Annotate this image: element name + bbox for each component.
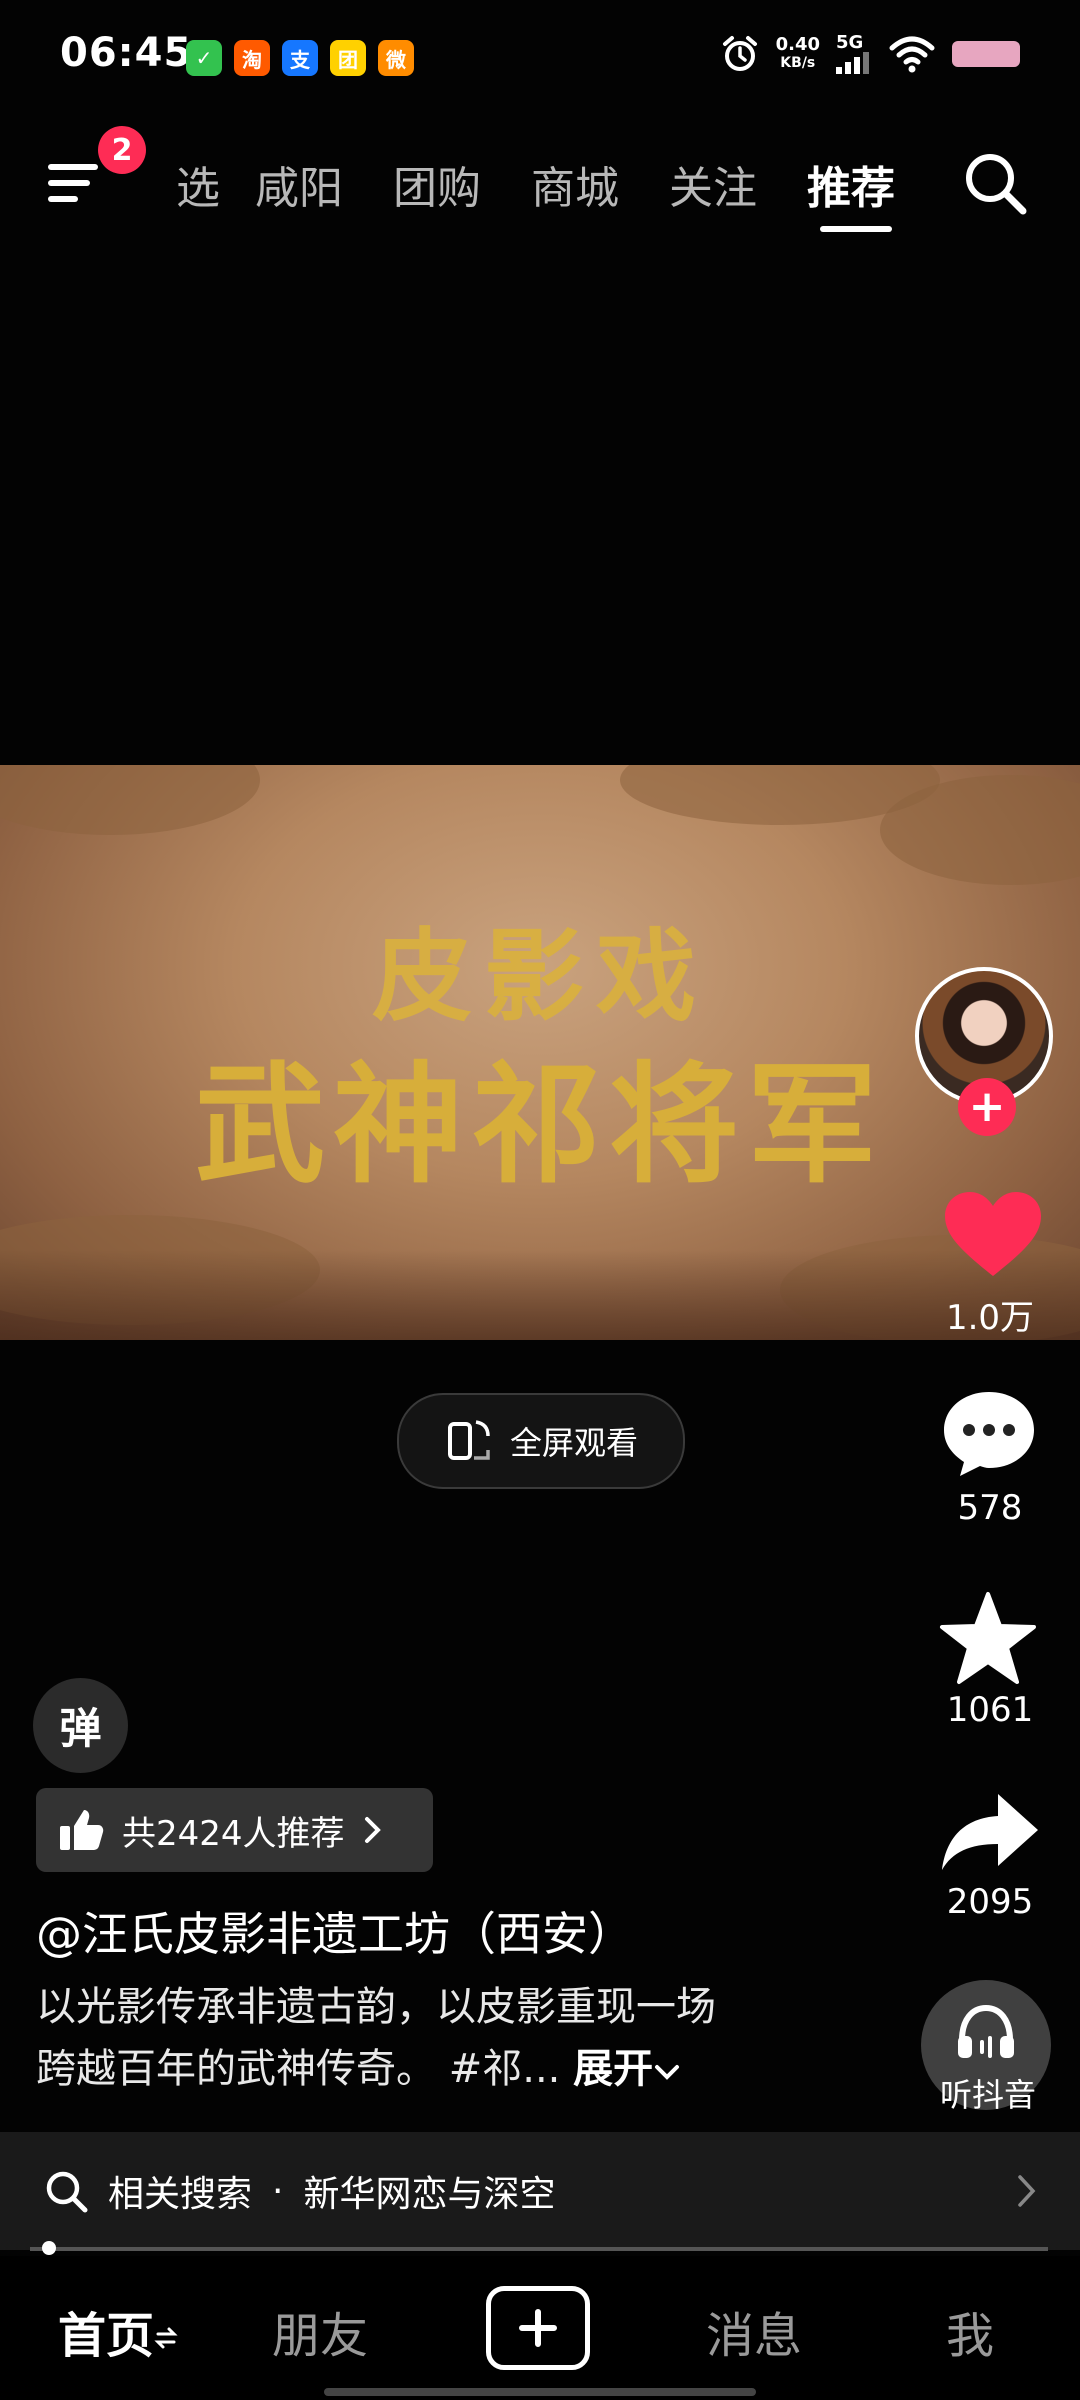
status-time: 06:45 — [60, 30, 193, 76]
danmu-toggle[interactable]: 弹 — [33, 1678, 128, 1773]
chevron-right-icon — [364, 1817, 381, 1843]
network-speed-unit: KB/s — [780, 55, 816, 71]
plus-icon — [519, 2309, 557, 2347]
chevron-right-icon — [1018, 2175, 1036, 2207]
description-line2-wrap: 跨越百年的武神传奇。 #祁... 展开 — [36, 2038, 856, 2100]
author-name[interactable]: @汪氏皮影非遗工坊（西安） — [36, 1898, 634, 1964]
tab-following[interactable]: 关注 — [644, 152, 782, 216]
nav-home-label: 首页 — [58, 2308, 155, 2364]
danmu-label: 弹 — [59, 1704, 102, 1753]
related-search-prefix: 相关搜索 — [108, 2174, 253, 2215]
taobao-icon: 淘 — [234, 40, 270, 76]
battery-icon — [952, 41, 1020, 67]
nav-friends[interactable]: 朋友 — [272, 2296, 368, 2366]
like-count: 1.0万 — [945, 1298, 1035, 1338]
tab-recommended[interactable]: 推荐 — [782, 152, 920, 232]
favorite-count: 1061 — [946, 1690, 1034, 1730]
status-indicators: 0.40 KB/s 5G — [720, 34, 1020, 74]
home-indicator — [324, 2388, 756, 2396]
video-mountains — [0, 1250, 1080, 1340]
expand-label: 展开 — [573, 2046, 654, 2092]
wifi-icon — [889, 36, 935, 73]
related-search-query: 新华网恋与深空 — [303, 2174, 556, 2215]
share-count: 2095 — [946, 1882, 1034, 1922]
description-line1: 以光影传承非遗古韵，以皮影重现一场 — [36, 1984, 716, 2030]
nav-messages[interactable]: 消息 — [706, 2296, 802, 2366]
comment-count: 578 — [957, 1488, 1023, 1528]
tab-xianyang[interactable]: 咸阳 — [230, 152, 368, 216]
video-progress-track[interactable] — [30, 2247, 1048, 2251]
comment-icon[interactable] — [940, 1388, 1038, 1480]
recommend-label: 共2424人推荐 — [122, 1813, 345, 1854]
video-description[interactable]: 以光影传承非遗古韵，以皮影重现一场 跨越百年的武神传奇。 #祁... 展开 — [36, 1976, 856, 2100]
favorite-star-icon[interactable] — [938, 1590, 1038, 1686]
alipay-icon: 支 — [282, 40, 318, 76]
search-icon[interactable] — [960, 148, 1030, 218]
bottom-nav: 首页 朋友 消息 我 — [0, 2256, 1080, 2400]
meituan-icon: 团 — [330, 40, 366, 76]
search-icon — [46, 2171, 88, 2213]
video-progress-handle[interactable] — [42, 2241, 56, 2255]
tab-group-buy[interactable]: 团购 — [368, 152, 506, 216]
share-icon[interactable] — [938, 1790, 1042, 1874]
listen-label: 听抖音 — [939, 2076, 1036, 2114]
notification-badge: 2 — [98, 126, 146, 174]
related-search-dot: · — [272, 2170, 284, 2212]
headphones-icon — [958, 2004, 1014, 2058]
weibo-icon: 微 — [378, 40, 414, 76]
rotate-screen-icon — [447, 1420, 490, 1460]
description-line2: 跨越百年的武神传奇。 #祁... — [36, 2046, 561, 2092]
fullscreen-label: 全屏观看 — [509, 1424, 638, 1462]
fullscreen-button[interactable]: 全屏观看 — [397, 1393, 685, 1489]
swap-icon — [154, 2327, 178, 2349]
chevron-down-icon — [655, 2065, 680, 2080]
wechat-task-icon: ✓ — [186, 40, 222, 76]
tab-featured[interactable]: 选 — [160, 152, 230, 216]
follow-button[interactable]: + — [958, 1078, 1016, 1136]
signal-bars-icon — [836, 52, 869, 74]
heart-icon[interactable] — [943, 1190, 1043, 1280]
related-search-bar[interactable]: 相关搜索 · 新华网恋与深空 — [0, 2132, 1080, 2250]
network-speed-value: 0.40 — [775, 34, 820, 55]
thumbs-up-icon — [60, 1810, 104, 1850]
network-speed: 0.40 KB/s — [776, 36, 820, 72]
signal-indicator: 5G — [836, 34, 872, 74]
status-app-icons: ✓ 淘支团微 — [186, 40, 414, 76]
expand-button[interactable]: 展开 — [573, 2046, 681, 2092]
nav-home[interactable]: 首页 — [58, 2296, 178, 2366]
alarm-icon — [722, 36, 757, 71]
nav-me[interactable]: 我 — [946, 2296, 994, 2366]
create-post-button[interactable] — [486, 2286, 590, 2370]
tab-mall[interactable]: 商城 — [506, 152, 644, 216]
top-tabs: 选 咸阳 团购 商城 关注 推荐 — [160, 152, 920, 232]
signal-5g-label: 5G — [836, 32, 864, 53]
recommend-pill[interactable]: 共2424人推荐 — [36, 1788, 433, 1872]
